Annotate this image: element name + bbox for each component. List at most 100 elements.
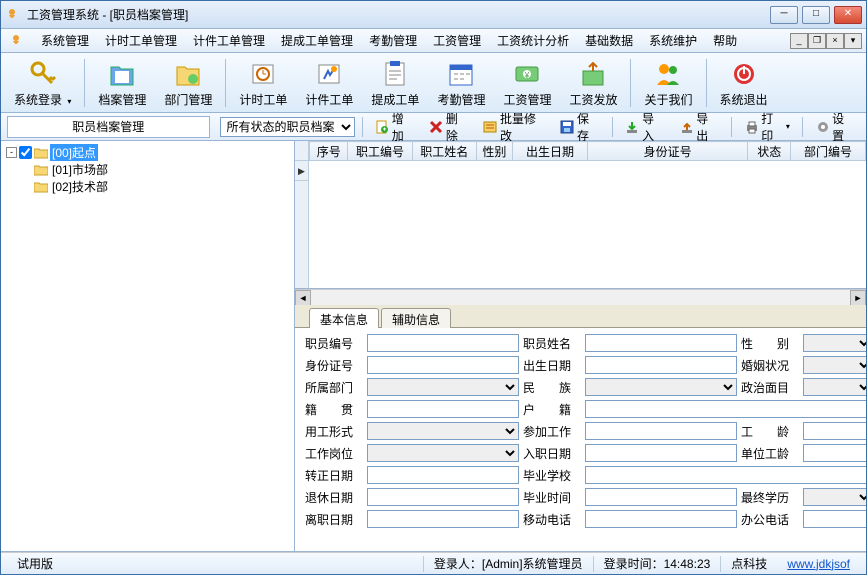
app-small-icon <box>9 33 25 49</box>
grid-col-7[interactable]: 部门编号 <box>791 142 866 161</box>
toolbar-提成工单[interactable]: 提成工单 <box>362 55 428 111</box>
select-dept[interactable] <box>367 378 519 396</box>
input-unit-sen[interactable] <box>803 444 866 462</box>
mdi-minimize-button[interactable]: _ <box>790 33 808 49</box>
toolbar-考勤管理[interactable]: 考勤管理 <box>428 55 494 111</box>
tab-aux-info[interactable]: 辅助信息 <box>381 308 451 328</box>
input-emp-no[interactable] <box>367 334 519 352</box>
window-title: 工资管理系统 - [职员档案管理] <box>27 6 770 23</box>
folder-icon <box>34 147 48 159</box>
minimize-button[interactable]: ─ <box>770 6 798 24</box>
input-id-no[interactable] <box>367 356 519 374</box>
input-office-tel[interactable] <box>803 510 866 528</box>
menu-系统维护[interactable]: 系统维护 <box>641 29 705 52</box>
grid-col-1[interactable]: 职工编号 <box>348 142 412 161</box>
menu-帮助[interactable]: 帮助 <box>705 29 745 52</box>
money-icon: ¥ <box>511 58 543 90</box>
input-native[interactable] <box>367 400 519 418</box>
input-retire-date[interactable] <box>367 488 519 506</box>
toolbar-工资管理[interactable]: ¥工资管理 <box>494 55 560 111</box>
toolbar-工资发放[interactable]: 工资发放 <box>560 55 626 111</box>
label-politics: 政治面目 <box>741 379 799 396</box>
menu-计时工单管理[interactable]: 计时工单管理 <box>97 29 185 52</box>
input-join-work[interactable] <box>585 422 737 440</box>
tree-child-node[interactable]: [02]技术部 <box>4 178 291 195</box>
toolbar-计件工单[interactable]: 计件工单 <box>296 55 362 111</box>
status-brand: 点科技 <box>721 555 777 572</box>
input-regular-date[interactable] <box>367 466 519 484</box>
power-icon <box>728 58 760 90</box>
input-emp-name[interactable] <box>585 334 737 352</box>
input-birth[interactable] <box>585 356 737 374</box>
label-grad-time: 毕业时间 <box>523 489 581 506</box>
employee-grid: 序号职工编号职工姓名性别出生日期身份证号状态部门编号 <box>295 141 866 289</box>
tree-collapse-icon[interactable]: - <box>6 147 17 158</box>
toolbar-档案管理[interactable]: 档案管理 <box>89 55 155 111</box>
status-filter-select[interactable]: 所有状态的职员档案 <box>220 117 355 137</box>
select-final-edu[interactable] <box>803 488 866 506</box>
menu-基础数据[interactable]: 基础数据 <box>577 29 641 52</box>
close-button[interactable]: ✕ <box>834 6 862 24</box>
grid-scrollbar[interactable]: ◄► <box>295 289 866 305</box>
tree-child-label[interactable]: [01]市场部 <box>50 161 110 178</box>
grid-col-6[interactable]: 状态 <box>748 142 791 161</box>
tool-icon <box>313 58 345 90</box>
calendar-icon <box>445 58 477 90</box>
input-mobile[interactable] <box>585 510 737 528</box>
toolbar-系统登录[interactable]: 系统登录 ▾ <box>5 55 80 111</box>
label-birth: 出生日期 <box>523 357 581 374</box>
input-grad-school[interactable] <box>585 466 866 484</box>
tree-root-node[interactable]: - [00]起点 <box>4 144 291 161</box>
mdi-dropdown-button[interactable]: ▾ <box>844 33 862 49</box>
input-reg[interactable] <box>585 400 866 418</box>
maximize-button[interactable]: □ <box>802 6 830 24</box>
input-hire-date[interactable] <box>585 444 737 462</box>
label-grad-school: 毕业学校 <box>523 467 581 484</box>
select-gender[interactable] <box>803 334 866 352</box>
tree-root-checkbox[interactable] <box>19 146 32 159</box>
input-leave-date[interactable] <box>367 510 519 528</box>
tab-basic-info[interactable]: 基本信息 <box>309 308 379 328</box>
select-marital[interactable] <box>803 356 866 374</box>
task-icon <box>379 58 411 90</box>
label-gender: 性 别 <box>741 335 799 352</box>
select-emp-type[interactable] <box>367 422 519 440</box>
menubar: 系统管理计时工单管理计件工单管理提成工单管理考勤管理工资管理工资统计分析基础数据… <box>1 29 866 53</box>
toolbar-部门管理[interactable]: 部门管理 <box>155 55 221 111</box>
select-politics[interactable] <box>803 378 866 396</box>
tree-child-label[interactable]: [02]技术部 <box>50 178 110 195</box>
grid-row-indicator <box>295 161 308 181</box>
menu-提成工单管理[interactable]: 提成工单管理 <box>273 29 361 52</box>
label-office-tel: 办公电话 <box>741 511 799 528</box>
menu-计件工单管理[interactable]: 计件工单管理 <box>185 29 273 52</box>
toolbar-计时工单[interactable]: 计时工单 <box>230 55 296 111</box>
menu-工资统计分析[interactable]: 工资统计分析 <box>489 29 577 52</box>
mdi-restore-button[interactable]: ❐ <box>808 33 826 49</box>
toolbar-关于我们[interactable]: 关于我们 <box>635 55 701 111</box>
label-marital: 婚姻状况 <box>741 357 799 374</box>
grid-col-4[interactable]: 出生日期 <box>513 142 588 161</box>
file-icon <box>106 58 138 90</box>
dept-icon <box>172 58 204 90</box>
grid-col-3[interactable]: 性别 <box>476 142 512 161</box>
grid-col-2[interactable]: 职工姓名 <box>412 142 476 161</box>
select-nation[interactable] <box>585 378 737 396</box>
grid-col-5[interactable]: 身份证号 <box>587 142 747 161</box>
toolbar-系统退出[interactable]: 系统退出 <box>711 55 777 111</box>
panel-title: 职员档案管理 <box>7 116 210 138</box>
grid-col-0[interactable]: 序号 <box>310 142 348 161</box>
select-post[interactable] <box>367 444 519 462</box>
status-url-link[interactable]: www.jdkjsof <box>777 557 860 571</box>
input-grad-time[interactable] <box>585 488 737 506</box>
folder-icon <box>34 181 48 193</box>
menu-考勤管理[interactable]: 考勤管理 <box>361 29 425 52</box>
menu-工资管理[interactable]: 工资管理 <box>425 29 489 52</box>
label-hire-date: 入职日期 <box>523 445 581 462</box>
tree-child-node[interactable]: [01]市场部 <box>4 161 291 178</box>
titlebar: 工资管理系统 - [职员档案管理] ─ □ ✕ <box>1 1 866 29</box>
label-leave-date: 离职日期 <box>305 511 363 528</box>
mdi-close-button[interactable]: × <box>826 33 844 49</box>
menu-系统管理[interactable]: 系统管理 <box>33 29 97 52</box>
tree-root-label[interactable]: [00]起点 <box>50 144 98 161</box>
input-seniority[interactable] <box>803 422 866 440</box>
